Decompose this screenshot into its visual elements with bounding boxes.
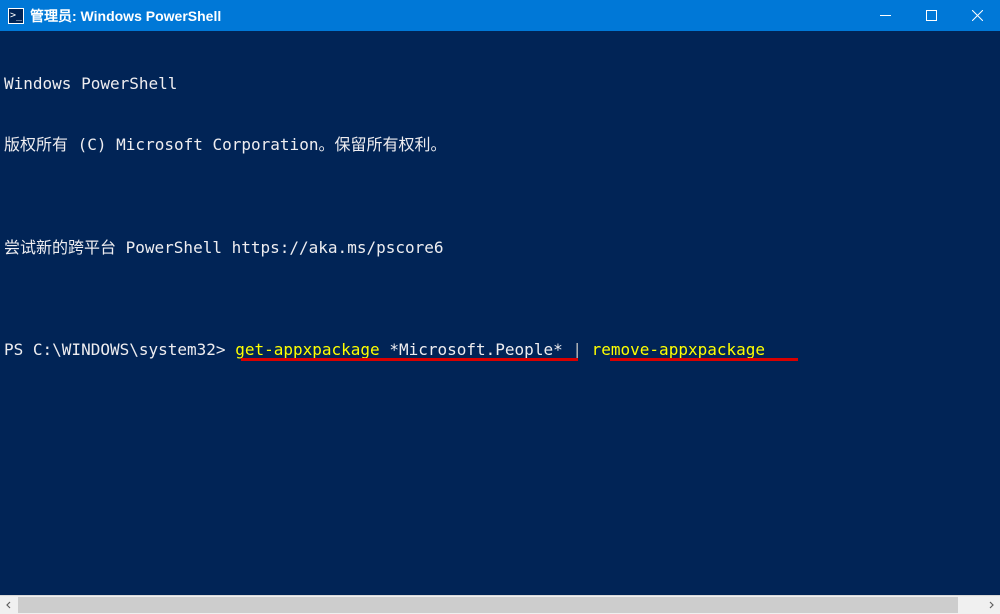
scrollbar-thumb[interactable]	[18, 597, 958, 613]
cmd-space	[582, 340, 592, 359]
terminal-area[interactable]: Windows PowerShell 版权所有 (C) Microsoft Co…	[0, 31, 1000, 595]
cmd-get: get-appxpackage	[235, 340, 380, 359]
cmd-remove: remove-appxpackage	[592, 340, 765, 359]
terminal-line: Windows PowerShell	[4, 74, 996, 94]
scroll-right-button[interactable]	[982, 596, 1000, 614]
maximize-icon	[926, 10, 937, 21]
prompt-line: PS C:\WINDOWS\system32> get-appxpackage …	[4, 340, 996, 360]
window-title: 管理员: Windows PowerShell	[30, 6, 862, 26]
icon-glyph: >_	[10, 10, 22, 21]
scroll-left-button[interactable]	[0, 596, 18, 614]
window-controls	[862, 0, 1000, 31]
maximize-button[interactable]	[908, 0, 954, 31]
highlight-underline-1	[241, 358, 578, 361]
chevron-left-icon	[5, 601, 13, 609]
cmd-pipe: |	[572, 340, 582, 359]
prompt-text: PS C:\WINDOWS\system32>	[4, 340, 235, 359]
highlight-underline-2	[610, 358, 798, 361]
terminal-line: 版权所有 (C) Microsoft Corporation。保留所有权利。	[4, 135, 996, 155]
minimize-button[interactable]	[862, 0, 908, 31]
close-icon	[972, 10, 983, 21]
scrollbar-track[interactable]	[18, 596, 982, 614]
terminal-line: 尝试新的跨平台 PowerShell https://aka.ms/pscore…	[4, 238, 996, 258]
minimize-icon	[880, 10, 891, 21]
horizontal-scrollbar[interactable]	[0, 595, 1000, 614]
titlebar[interactable]: >_ 管理员: Windows PowerShell	[0, 0, 1000, 31]
powershell-icon: >_	[8, 8, 24, 24]
powershell-window: >_ 管理员: Windows PowerShell Windows Power…	[0, 0, 1000, 595]
close-button[interactable]	[954, 0, 1000, 31]
chevron-right-icon	[987, 601, 995, 609]
cmd-arg: *Microsoft.People*	[380, 340, 573, 359]
